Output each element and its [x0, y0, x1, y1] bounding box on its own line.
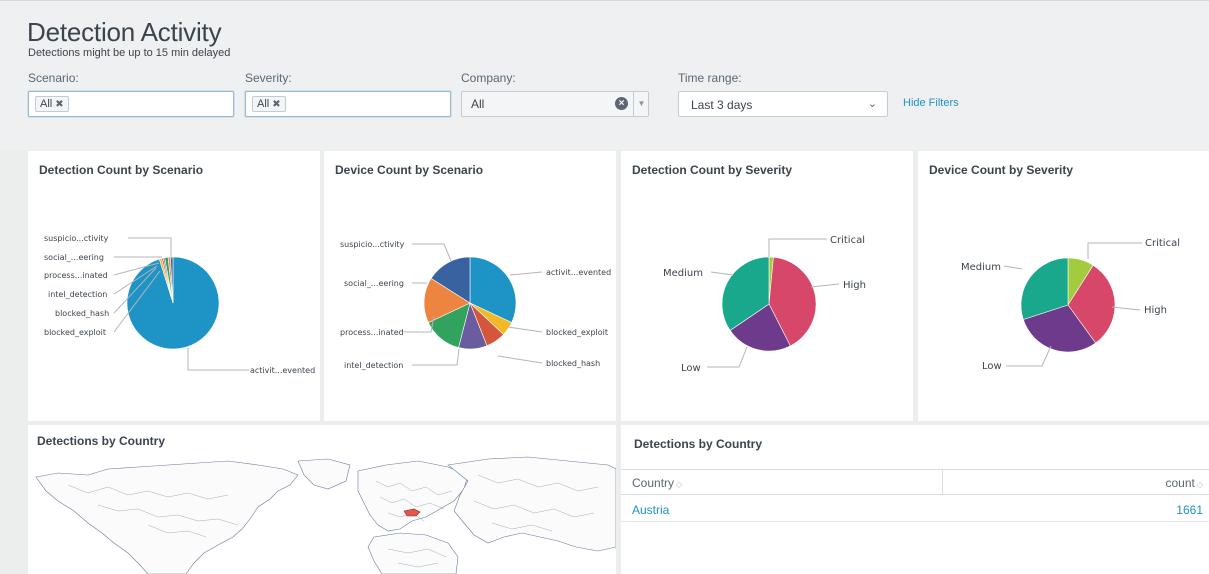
- slice-label: process...inated: [44, 271, 108, 280]
- severity-label: Severity:: [245, 71, 292, 85]
- scenario-token[interactable]: All ✖: [35, 96, 69, 112]
- panel-detection-count-by-severity: Detection Count by Severity Critical Hig…: [621, 151, 913, 421]
- sort-icon[interactable]: ◇: [676, 480, 682, 489]
- slice-label: social_...eering: [44, 253, 104, 262]
- slice-label: process...inated: [340, 328, 404, 337]
- remove-token-icon[interactable]: ✖: [55, 99, 63, 110]
- table-header: Country ◇ count ◇: [621, 469, 1209, 495]
- page-title: Detection Activity: [27, 17, 222, 47]
- column-divider: [942, 470, 943, 495]
- slice-label: Medium: [663, 268, 703, 279]
- greenland-shape: [297, 458, 351, 490]
- column-header-count[interactable]: count ◇: [1165, 476, 1203, 490]
- company-value: All: [471, 97, 485, 111]
- slice-label: intel_detection: [48, 290, 107, 299]
- slice-label: blocked_exploit: [546, 328, 608, 337]
- scenario-token-label: All: [40, 98, 53, 110]
- slice-label: intel_detection: [344, 361, 403, 370]
- slice-label: Critical: [830, 235, 865, 246]
- pie-chart: suspicio...ctivity social_...eering proc…: [340, 240, 611, 370]
- slice-label: blocked_hash: [546, 359, 600, 368]
- pie-slices: [423, 256, 517, 350]
- sort-icon[interactable]: ◇: [1197, 480, 1203, 489]
- africa-shape: [367, 532, 459, 574]
- column-header-country[interactable]: Country ◇: [632, 476, 682, 490]
- time-range-value: Last 3 days: [691, 98, 753, 112]
- panel-detection-count-by-scenario: Detection Count by Scenario suspicio...c…: [28, 151, 320, 421]
- asia-shape: [447, 456, 616, 552]
- table-cell-country[interactable]: Austria: [632, 503, 669, 517]
- slice-label: suspicio...ctivity: [44, 234, 109, 243]
- panel-device-count-by-severity: Device Count by Severity Critical High M…: [918, 151, 1209, 421]
- slice-label: activit...evented: [250, 366, 315, 375]
- remove-token-icon[interactable]: ✖: [272, 99, 280, 110]
- clear-icon[interactable]: ×: [615, 97, 628, 110]
- time-range-label: Time range:: [678, 71, 742, 85]
- severity-multiselect[interactable]: All ✖: [245, 91, 451, 117]
- severity-token-label: All: [257, 98, 270, 110]
- filter-header: Detection Activity Detections might be u…: [0, 0, 1209, 150]
- panel-map: Detections by Country: [28, 425, 616, 574]
- pie-chart: Critical High Medium Low: [663, 235, 866, 374]
- column-header-label: count: [1165, 476, 1195, 490]
- slice-label: High: [843, 280, 866, 291]
- column-header-label: Country: [632, 476, 675, 490]
- slice-label: blocked_exploit: [44, 328, 106, 337]
- scenario-multiselect[interactable]: All ✖: [28, 91, 234, 117]
- scenario-label: Scenario:: [28, 71, 79, 85]
- pie-chart: Critical High Medium Low: [961, 238, 1180, 372]
- pie-slices: [1020, 257, 1116, 353]
- slice-label: blocked_hash: [55, 309, 109, 318]
- company-dropdown[interactable]: All × ▼: [461, 91, 649, 117]
- row-divider: [621, 521, 1209, 522]
- table-cell-count[interactable]: 1661: [1176, 503, 1203, 517]
- slice-label: Low: [982, 361, 1002, 372]
- panel-title: Detections by Country: [634, 437, 763, 451]
- pie-slices: [126, 256, 220, 350]
- slice-label: social_...eering: [344, 279, 404, 288]
- page-subtitle: Detections might be up to 15 min delayed: [28, 47, 231, 59]
- slice-label: suspicio...ctivity: [340, 240, 405, 249]
- time-range-dropdown[interactable]: Last 3 days ⌄: [678, 91, 888, 117]
- world-map[interactable]: [28, 425, 616, 574]
- europe-shape: [357, 460, 469, 532]
- slice-label: Low: [681, 363, 701, 374]
- north-america-shape: [35, 460, 299, 574]
- panel-country-table: Detections by Country Country ◇ count ◇ Au…: [621, 425, 1209, 574]
- chevron-down-icon: ⌄: [867, 98, 877, 110]
- severity-token[interactable]: All ✖: [252, 96, 286, 112]
- caret-down-icon[interactable]: ▼: [633, 92, 649, 116]
- panel-device-count-by-scenario: Device Count by Scenario suspicio...ctiv…: [324, 151, 616, 421]
- pie-chart: suspicio...ctivity social_...eering proc…: [44, 234, 315, 375]
- company-label: Company:: [461, 71, 516, 85]
- slice-label: High: [1144, 305, 1167, 316]
- slice-label: Critical: [1145, 238, 1180, 249]
- slice-label: Medium: [961, 262, 1001, 273]
- pie-slices: [721, 256, 817, 352]
- slice-label: activit...evented: [546, 268, 611, 277]
- hide-filters-link[interactable]: Hide Filters: [903, 97, 959, 109]
